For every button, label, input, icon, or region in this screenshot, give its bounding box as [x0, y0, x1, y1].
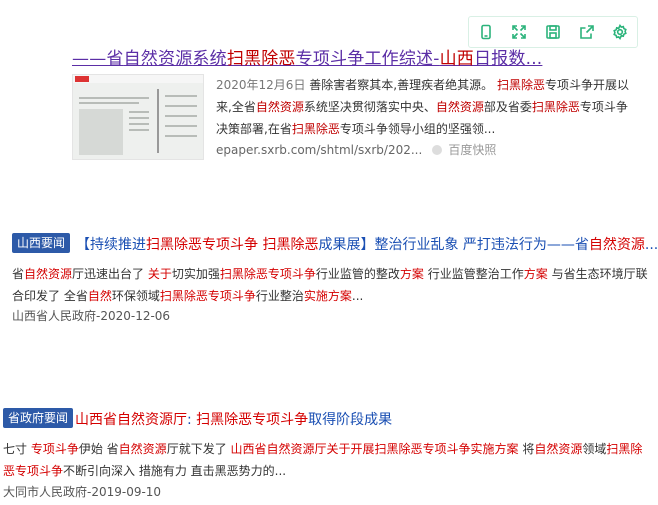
- expand-icon[interactable]: [510, 23, 528, 41]
- result-1-snippet: 2020年12月6日 善除害者察其本,善理疾者绝其源。 扫黑除恶专项斗争开展以来…: [216, 78, 629, 136]
- result-2-source: 山西省人民政府-2020-12-06: [12, 309, 171, 323]
- mobile-icon[interactable]: [477, 23, 495, 41]
- result-1-url[interactable]: epaper.sxrb.com/shtml/sxrb/202...: [216, 143, 422, 157]
- result-2-title-link[interactable]: 【持续推进扫黑除恶专项斗争 扫黑除恶成果展】整治行业乱象 严打违法行为——省自然…: [76, 234, 658, 254]
- result-2-badge: 山西要闻: [12, 233, 71, 253]
- result-3-snippet: 七寸 专项斗争伊始 省自然资源厅就下发了 山西省自然资源厅关于开展扫黑除恶专项斗…: [3, 442, 643, 478]
- result-3-title-link[interactable]: 山西省自然资源厅: 扫黑除恶专项斗争取得阶段成果: [75, 409, 392, 429]
- result-3-badge: 省政府要闻: [3, 408, 74, 428]
- share-icon[interactable]: [578, 23, 596, 41]
- result-1-url-line: epaper.sxrb.com/shtml/sxrb/202... 百度快照: [216, 141, 496, 158]
- dropdown-icon[interactable]: [432, 145, 443, 155]
- settings-icon[interactable]: [611, 23, 629, 41]
- result-1-title-link[interactable]: ——省自然资源系统扫黑除恶专项斗争工作综述-山西日报数...: [72, 44, 542, 69]
- result-1-thumbnail[interactable]: [72, 74, 204, 160]
- save-icon[interactable]: [544, 23, 562, 41]
- result-3-source: 大同市人民政府-2019-09-10: [3, 485, 162, 499]
- result-2-snippet: 省自然资源厅迅速出台了 关于切实加强扫黑除恶专项斗争行业监管的整改方案 行业监管…: [12, 267, 648, 303]
- cache-link[interactable]: 百度快照: [448, 143, 496, 157]
